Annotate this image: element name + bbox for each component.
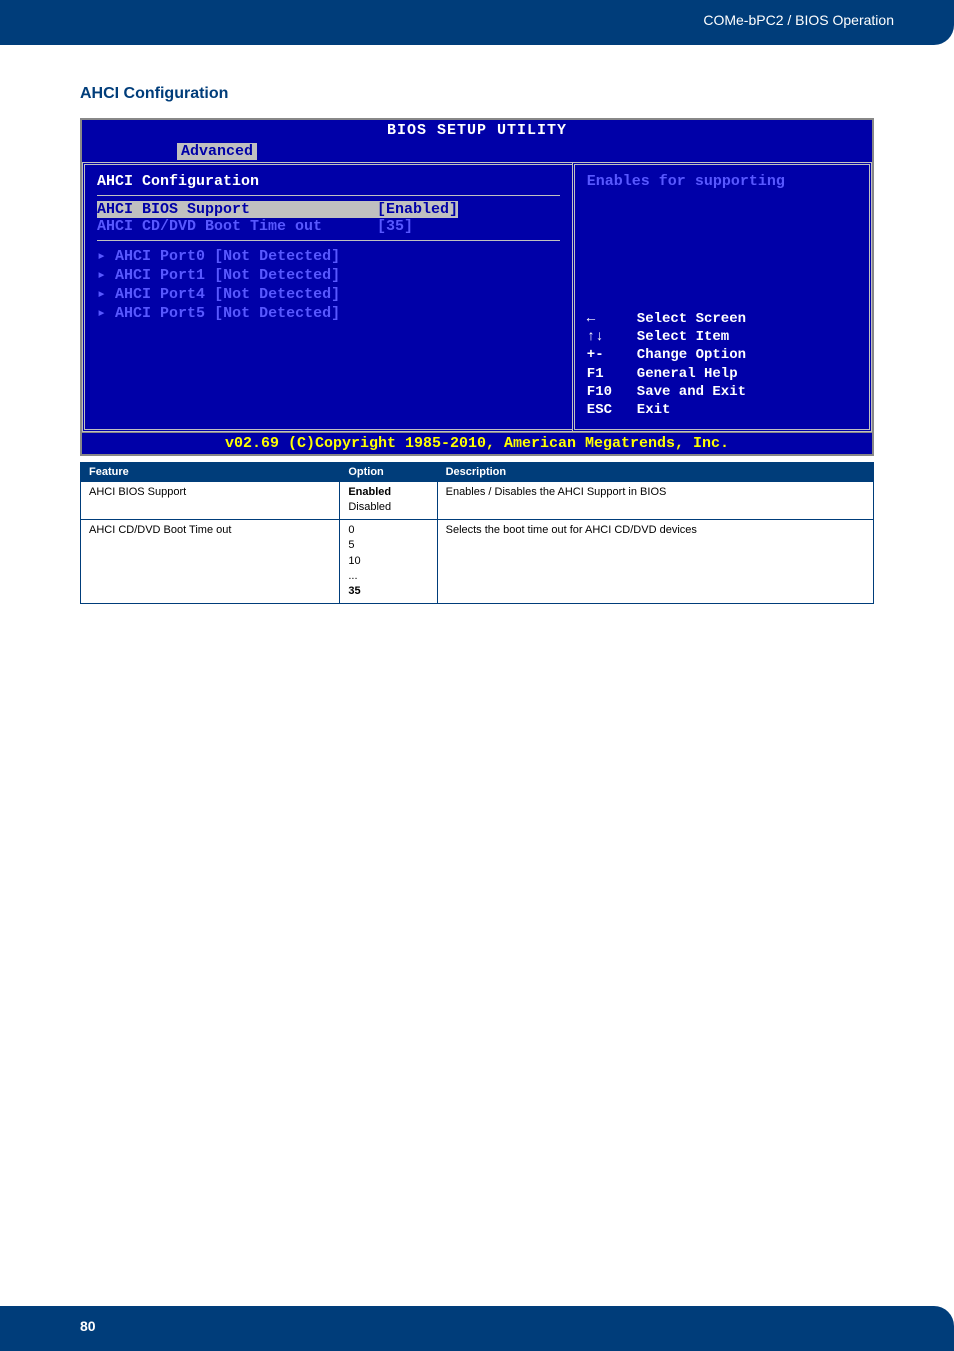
bios-footer: v02.69 (C)Copyright 1985-2010, American …	[82, 432, 872, 454]
bios-divider	[97, 195, 560, 196]
table-row: AHCI CD/DVD Boot Time out 0 5 10 ...35 S…	[81, 519, 874, 603]
th-description: Description	[437, 463, 873, 482]
footer-bar: 80	[0, 1306, 954, 1351]
esc-key: ESC	[587, 401, 637, 419]
table-header-row: Feature Option Description	[81, 463, 874, 482]
bios-config-header: AHCI Configuration	[97, 173, 560, 190]
help-key-select-item: ↑↓Select Item	[587, 328, 857, 346]
help-key-change-option: +-Change Option	[587, 346, 857, 364]
help-key-save-exit: F10Save and Exit	[587, 383, 857, 401]
bios-item-boot-timeout[interactable]: AHCI CD/DVD Boot Time out [35]	[97, 218, 560, 235]
bios-divider-2	[97, 240, 560, 241]
table-row: AHCI BIOS Support EnabledDisabled Enable…	[81, 482, 874, 520]
bios-help-panel: Enables for supporting ←Select Screen ↑↓…	[572, 162, 872, 432]
th-option: Option	[340, 463, 437, 482]
td-feature: AHCI CD/DVD Boot Time out	[81, 519, 340, 603]
help-key-general-help: F1General Help	[587, 365, 857, 383]
bios-port4[interactable]: ▸ AHCI Port4 [Not Detected]	[97, 284, 560, 303]
help-key-select-screen: ←Select Screen	[587, 310, 857, 328]
bios-main-panel: AHCI Configuration AHCI BIOS Support [En…	[82, 162, 572, 432]
td-description: Enables / Disables the AHCI Support in B…	[437, 482, 873, 520]
bios-port5[interactable]: ▸ AHCI Port5 [Not Detected]	[97, 303, 560, 322]
bios-tab-row: Advanced	[82, 141, 872, 162]
th-feature: Feature	[81, 463, 340, 482]
section-title: AHCI Configuration	[80, 85, 874, 103]
content-area: AHCI Configuration BIOS SETUP UTILITY Ad…	[0, 45, 954, 644]
bios-support-value: [Enabled]	[377, 201, 458, 218]
doc-table: Feature Option Description AHCI BIOS Sup…	[80, 462, 874, 604]
bios-support-label: AHCI BIOS Support	[97, 201, 377, 218]
td-option: EnabledDisabled	[340, 482, 437, 520]
plusminus-icon: +-	[587, 346, 637, 364]
help-keys: ←Select Screen ↑↓Select Item +-Change Op…	[587, 310, 857, 419]
bios-item-bios-support[interactable]: AHCI BIOS Support [Enabled]	[97, 201, 560, 218]
td-option: 0 5 10 ...35	[340, 519, 437, 603]
td-description: Selects the boot time out for AHCI CD/DV…	[437, 519, 873, 603]
bios-port1[interactable]: ▸ AHCI Port1 [Not Detected]	[97, 265, 560, 284]
bios-screenshot: BIOS SETUP UTILITY Advanced AHCI Configu…	[80, 118, 874, 456]
bios-tab-advanced[interactable]: Advanced	[177, 143, 257, 160]
page-number: 80	[80, 1318, 96, 1334]
f1-key: F1	[587, 365, 637, 383]
f10-key: F10	[587, 383, 637, 401]
bios-body: AHCI Configuration AHCI BIOS Support [En…	[82, 162, 872, 432]
arrow-left-icon: ←	[587, 310, 637, 328]
boot-timeout-label: AHCI CD/DVD Boot Time out	[97, 218, 377, 235]
bios-title: BIOS SETUP UTILITY	[82, 120, 872, 141]
bios-help-text: Enables for supporting	[587, 173, 857, 190]
bios-port0[interactable]: ▸ AHCI Port0 [Not Detected]	[97, 246, 560, 265]
arrows-updown-icon: ↑↓	[587, 328, 637, 346]
td-feature: AHCI BIOS Support	[81, 482, 340, 520]
help-key-exit: ESCExit	[587, 401, 857, 419]
boot-timeout-value: [35]	[377, 218, 413, 235]
breadcrumb: COMe-bPC2 / BIOS Operation	[703, 12, 894, 28]
header-bar: COMe-bPC2 / BIOS Operation	[0, 0, 954, 45]
